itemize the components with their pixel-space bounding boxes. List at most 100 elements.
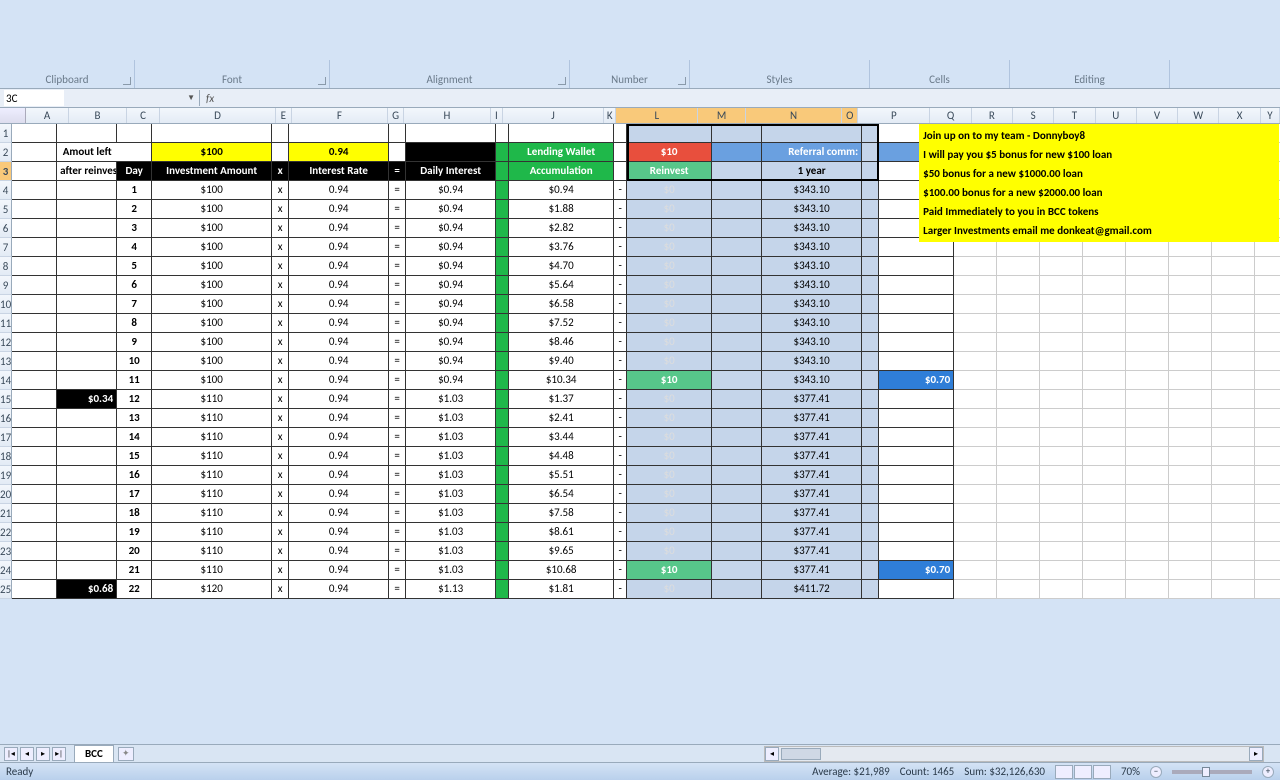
cell[interactable]: x: [272, 162, 289, 181]
cell[interactable]: 2: [117, 200, 152, 219]
cell[interactable]: $1.03: [406, 504, 496, 523]
cell[interactable]: $120: [152, 580, 272, 599]
cell[interactable]: [117, 143, 152, 162]
cell[interactable]: [1212, 466, 1255, 485]
cell[interactable]: [12, 447, 57, 466]
cell[interactable]: [712, 238, 762, 257]
cell[interactable]: [997, 295, 1040, 314]
row-header[interactable]: 6: [0, 219, 12, 238]
cell[interactable]: [57, 352, 117, 371]
column-header[interactable]: P: [858, 108, 930, 123]
cell[interactable]: [12, 504, 57, 523]
cell[interactable]: [496, 485, 509, 504]
cell[interactable]: [1126, 371, 1169, 390]
cell[interactable]: [879, 257, 954, 276]
cell[interactable]: [57, 238, 117, 257]
cell[interactable]: [1083, 409, 1126, 428]
cell[interactable]: [997, 580, 1040, 599]
cell[interactable]: 15: [117, 447, 152, 466]
row-header[interactable]: 19: [0, 466, 12, 485]
cell[interactable]: -: [614, 200, 627, 219]
row-header[interactable]: 5: [0, 200, 12, 219]
cell[interactable]: $0: [627, 390, 712, 409]
cell[interactable]: 0.94: [289, 371, 389, 390]
cell[interactable]: [1126, 314, 1169, 333]
cell[interactable]: $6.58: [509, 295, 614, 314]
cell[interactable]: $7.58: [509, 504, 614, 523]
cell[interactable]: $110: [152, 561, 272, 580]
row-header[interactable]: 10: [0, 295, 12, 314]
cell[interactable]: -: [614, 580, 627, 599]
cell[interactable]: 0.94: [289, 523, 389, 542]
cell[interactable]: [496, 390, 509, 409]
cell[interactable]: x: [272, 485, 289, 504]
cell[interactable]: [1040, 409, 1083, 428]
view-layout-icon[interactable]: [1074, 765, 1092, 779]
cell[interactable]: [1255, 390, 1280, 409]
cell[interactable]: 0.94: [289, 295, 389, 314]
cell[interactable]: [1126, 447, 1169, 466]
cell[interactable]: $0: [627, 238, 712, 257]
cell[interactable]: $0.94: [406, 333, 496, 352]
cell[interactable]: [1212, 485, 1255, 504]
cell[interactable]: 0.94: [289, 561, 389, 580]
dialog-launcher-icon[interactable]: [318, 77, 326, 85]
row-header[interactable]: 1: [0, 124, 12, 143]
cell[interactable]: -: [614, 371, 627, 390]
cell[interactable]: 0.94: [289, 466, 389, 485]
cell[interactable]: [1040, 523, 1083, 542]
cell[interactable]: -: [614, 504, 627, 523]
cell[interactable]: Daily Interest: [406, 162, 496, 181]
scroll-left-icon[interactable]: ◂: [765, 747, 779, 761]
cell[interactable]: [1126, 523, 1169, 542]
cell[interactable]: [1083, 504, 1126, 523]
cell[interactable]: [712, 181, 762, 200]
cell[interactable]: [12, 466, 57, 485]
cell[interactable]: [862, 371, 879, 390]
cell[interactable]: [1212, 314, 1255, 333]
cell[interactable]: [1083, 276, 1126, 295]
cell[interactable]: [1169, 371, 1212, 390]
cell[interactable]: 0.94: [289, 238, 389, 257]
cell[interactable]: $100: [152, 314, 272, 333]
cell[interactable]: [12, 181, 57, 200]
cell[interactable]: [1212, 428, 1255, 447]
cell[interactable]: [57, 409, 117, 428]
cell[interactable]: [1212, 504, 1255, 523]
row-header[interactable]: 16: [0, 409, 12, 428]
cell[interactable]: $3.76: [509, 238, 614, 257]
cell[interactable]: [57, 542, 117, 561]
cell[interactable]: [954, 466, 997, 485]
cell[interactable]: [862, 428, 879, 447]
cell[interactable]: $0: [627, 523, 712, 542]
cell[interactable]: [152, 124, 272, 143]
cell[interactable]: 22: [117, 580, 152, 599]
cell[interactable]: [496, 219, 509, 238]
cell[interactable]: [954, 523, 997, 542]
cell[interactable]: 3: [117, 219, 152, 238]
column-header[interactable]: L: [616, 108, 698, 123]
cell[interactable]: [954, 542, 997, 561]
cell[interactable]: x: [272, 314, 289, 333]
cell[interactable]: $0.94: [509, 181, 614, 200]
column-header[interactable]: A: [26, 108, 69, 123]
cell[interactable]: [862, 561, 879, 580]
cell[interactable]: =: [389, 181, 406, 200]
cell[interactable]: 14: [117, 428, 152, 447]
cell[interactable]: $343.10: [762, 295, 862, 314]
cell[interactable]: $343.10: [762, 314, 862, 333]
ribbon-group-editing[interactable]: Editing: [1010, 60, 1170, 88]
cell[interactable]: [12, 561, 57, 580]
cell[interactable]: $0.70: [879, 371, 954, 390]
cell[interactable]: $100: [152, 181, 272, 200]
column-header[interactable]: R: [972, 108, 1013, 123]
cell[interactable]: -: [614, 333, 627, 352]
cell[interactable]: $0: [627, 314, 712, 333]
cell[interactable]: [862, 143, 879, 162]
cell[interactable]: [1083, 295, 1126, 314]
cell[interactable]: $110: [152, 466, 272, 485]
cell[interactable]: $1.13: [406, 580, 496, 599]
view-normal-icon[interactable]: [1055, 765, 1073, 779]
cell[interactable]: [712, 124, 762, 143]
cell[interactable]: $0: [627, 200, 712, 219]
